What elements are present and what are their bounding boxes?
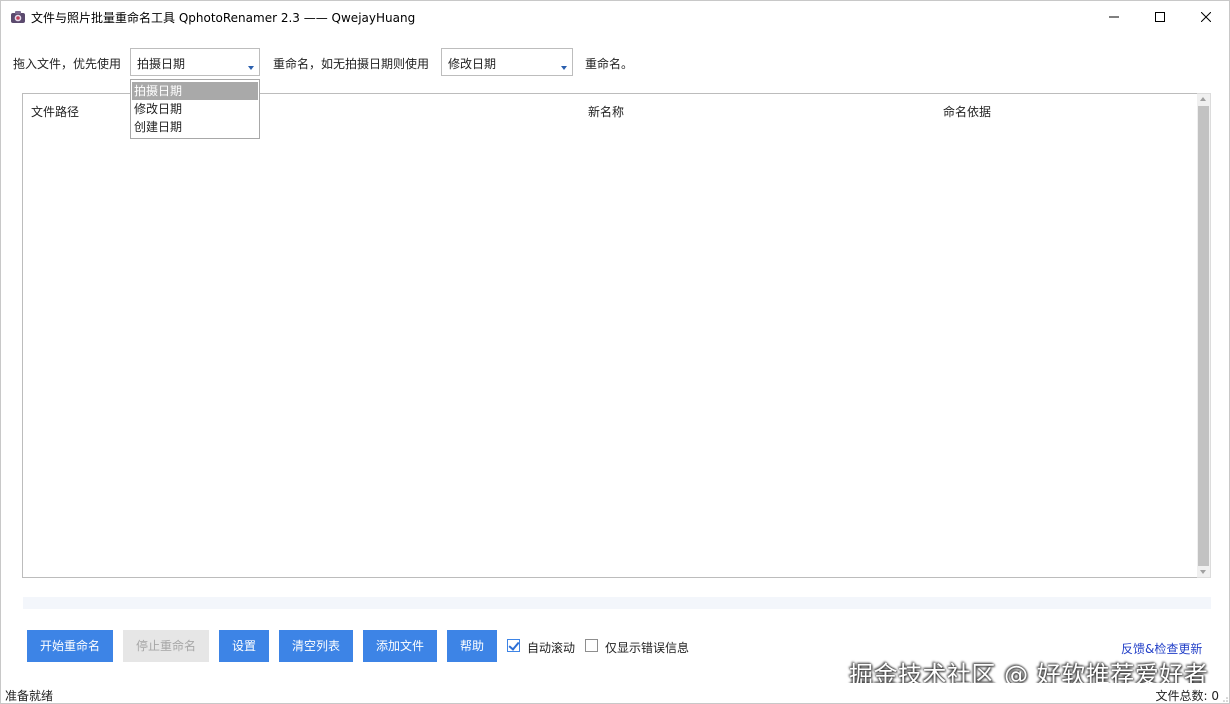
- column-header-new-name[interactable]: 新名称: [588, 103, 624, 120]
- suffix-label: 重命名。: [585, 57, 634, 71]
- clear-list-button[interactable]: 清空列表: [279, 630, 353, 662]
- dropdown-option-0[interactable]: 拍摄日期: [132, 82, 258, 100]
- dropdown-option-1[interactable]: 修改日期: [132, 100, 258, 118]
- chevron-down-icon: [561, 66, 567, 70]
- settings-button[interactable]: 设置: [219, 630, 269, 662]
- stop-rename-button[interactable]: 停止重命名: [123, 630, 209, 662]
- status-bar: 准备就绪 文件总数: 0: [1, 683, 1229, 703]
- column-header-path[interactable]: 文件路径: [31, 103, 79, 120]
- close-icon: [1201, 12, 1211, 22]
- errors-only-label[interactable]: 仅显示错误信息: [605, 639, 689, 656]
- file-count: 文件总数: 0: [1155, 689, 1220, 703]
- fallback-date-value: 修改日期: [448, 57, 497, 71]
- fallback-date-select[interactable]: 修改日期: [441, 48, 573, 76]
- resize-grip-icon[interactable]: [1220, 694, 1228, 702]
- column-header-basis[interactable]: 命名依据: [943, 103, 991, 120]
- primary-date-select[interactable]: 拍摄日期: [130, 48, 260, 76]
- middle-label: 重命名，如无拍摄日期则使用: [273, 57, 430, 71]
- app-window: 文件与照片批量重命名工具 QphotoRenamer 2.3 —— Qwejay…: [0, 0, 1230, 704]
- maximize-icon: [1155, 12, 1165, 22]
- primary-date-dropdown: 拍摄日期 修改日期 创建日期: [130, 79, 260, 139]
- status-message: 准备就绪: [5, 689, 54, 703]
- scroll-up-icon[interactable]: [1200, 97, 1206, 101]
- primary-date-value: 拍摄日期: [137, 57, 186, 71]
- chevron-down-icon: [248, 66, 254, 70]
- title-bar[interactable]: 文件与照片批量重命名工具 QphotoRenamer 2.3 —— Qwejay…: [1, 1, 1229, 33]
- auto-scroll-label[interactable]: 自动滚动: [527, 639, 575, 656]
- dropdown-option-2[interactable]: 创建日期: [132, 118, 258, 136]
- scroll-down-icon[interactable]: [1200, 570, 1206, 574]
- table-scrollbar[interactable]: [1197, 93, 1211, 578]
- start-rename-button[interactable]: 开始重命名: [27, 630, 113, 662]
- prefix-label: 拖入文件，优先使用: [13, 57, 122, 71]
- add-files-button[interactable]: 添加文件: [363, 630, 437, 662]
- progress-bar: [23, 597, 1211, 609]
- errors-only-checkbox[interactable]: [585, 639, 598, 652]
- scrollbar-thumb[interactable]: [1198, 106, 1209, 566]
- help-button[interactable]: 帮助: [447, 630, 497, 662]
- minimize-button[interactable]: [1091, 1, 1137, 33]
- minimize-icon: [1109, 16, 1119, 18]
- maximize-button[interactable]: [1137, 1, 1183, 33]
- file-table[interactable]: 文件路径 新名称 命名依据: [22, 93, 1198, 578]
- auto-scroll-checkbox[interactable]: [507, 639, 520, 652]
- app-icon: [11, 11, 25, 23]
- close-button[interactable]: [1183, 1, 1229, 33]
- window-title: 文件与照片批量重命名工具 QphotoRenamer 2.3 —— Qwejay…: [31, 11, 416, 25]
